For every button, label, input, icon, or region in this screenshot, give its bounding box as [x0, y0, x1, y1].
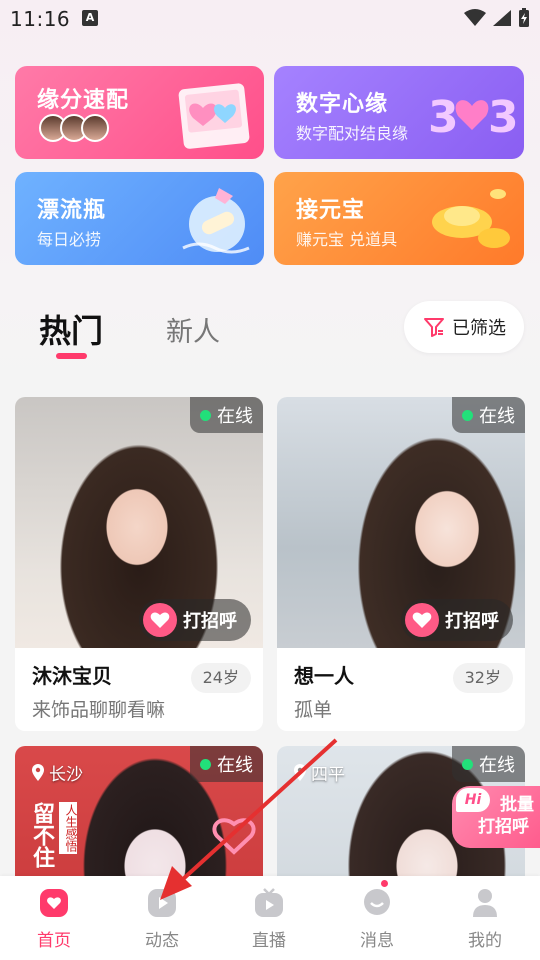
- location-label: 长沙: [49, 765, 83, 785]
- person-icon: [473, 889, 497, 917]
- gold-ingot-icon: [432, 189, 510, 248]
- wifi-icon: [464, 9, 486, 26]
- card-piaoliu-title: 漂流瓶: [37, 198, 107, 223]
- heart-outline-icon: [212, 818, 256, 855]
- online-dot: [462, 409, 473, 421]
- location-icon: [32, 763, 44, 781]
- bottle-icon: [182, 188, 250, 254]
- location-tag: 四平: [293, 760, 345, 785]
- nav-live[interactable]: 直播: [229, 886, 309, 951]
- heart-icon: [405, 603, 439, 637]
- filter-label: 已筛选: [452, 318, 506, 339]
- location-tag: 长沙: [31, 760, 83, 785]
- number-heart-icon: 3 3: [428, 92, 518, 143]
- card-yuanfen-title: 缘分速配: [37, 88, 130, 113]
- profile-desc: 来饰品聊聊看嘛: [32, 699, 166, 721]
- filter-icon: [424, 318, 444, 337]
- profile-card[interactable]: 长沙 人生感悟 留不住 在线: [15, 746, 263, 886]
- avatar-stack: [39, 114, 109, 142]
- svg-text:3: 3: [488, 92, 518, 143]
- greet-label: 打招呼: [445, 611, 499, 632]
- message-unread-dot: [381, 880, 388, 887]
- tab-underline: [56, 353, 87, 359]
- profile-desc: 孤单: [294, 699, 333, 721]
- card-shuzi[interactable]: 数字心缘 数字配对结良缘 3 3: [274, 66, 524, 159]
- profile-age: 32岁: [452, 663, 513, 693]
- profile-age: 24岁: [190, 663, 251, 693]
- card-piaoliu-subtitle: 每日必捞: [37, 230, 102, 249]
- tab-hot[interactable]: 热门: [39, 306, 103, 352]
- online-label: 在线: [217, 406, 253, 427]
- profile-name: 想一人: [294, 664, 354, 688]
- bottom-nav: 首页 动态 直播 消息 我的: [0, 876, 540, 960]
- photo-text-small: 人生感悟: [59, 802, 78, 854]
- greet-button[interactable]: 打招呼: [401, 599, 513, 641]
- heart-icon: [143, 603, 177, 637]
- card-shuzi-subtitle: 数字配对结良缘: [296, 124, 409, 143]
- nav-messages-label: 消息: [360, 931, 394, 951]
- profile-card[interactable]: 在线 打招呼 想一人 32岁 孤单: [277, 397, 525, 731]
- home-icon: [40, 889, 68, 917]
- online-label: 在线: [479, 755, 515, 776]
- chat-icon: [364, 889, 390, 915]
- card-piaoliu[interactable]: 漂流瓶 每日必捞: [15, 172, 264, 265]
- play-icon: [148, 889, 176, 917]
- online-dot: [200, 758, 211, 770]
- profile-name: 沐沐宝贝: [32, 664, 112, 688]
- status-time: 11:16: [10, 7, 71, 31]
- nav-mine[interactable]: 我的: [445, 886, 525, 951]
- tv-icon: [255, 888, 283, 917]
- battery-icon: [519, 8, 529, 27]
- tab-new[interactable]: 新人: [166, 310, 220, 349]
- nav-home-label: 首页: [37, 931, 71, 951]
- online-badge: 在线: [190, 746, 263, 782]
- photo-text-big: 留不住: [29, 802, 54, 868]
- nav-mine-label: 我的: [468, 931, 502, 951]
- online-dot: [462, 758, 473, 770]
- status-bar: 11:16 A: [0, 0, 540, 38]
- online-label: 在线: [217, 755, 253, 776]
- greet-label: 打招呼: [183, 611, 237, 632]
- card-yuanbao-title: 接元宝: [296, 198, 366, 223]
- online-label: 在线: [479, 406, 515, 427]
- batch-greet-line2: 打招呼: [478, 817, 529, 837]
- location-icon: [294, 763, 306, 781]
- online-dot: [200, 409, 211, 421]
- nav-live-label: 直播: [252, 931, 286, 951]
- notification-a-icon: A: [82, 10, 98, 26]
- nav-messages[interactable]: 消息: [337, 886, 417, 951]
- profile-card[interactable]: 在线 打招呼 沐沐宝贝 24岁 来饰品聊聊看嘛: [15, 397, 263, 731]
- nav-dynamic[interactable]: 动态: [122, 886, 202, 951]
- online-badge: 在线: [190, 397, 263, 433]
- online-badge: 在线: [452, 746, 525, 782]
- greet-button[interactable]: 打招呼: [139, 599, 251, 641]
- status-icons: [464, 8, 530, 28]
- hi-badge: Hi: [456, 788, 490, 812]
- filter-button[interactable]: 已筛选: [404, 301, 524, 353]
- location-label: 四平: [311, 765, 345, 785]
- card-shuzi-title: 数字心缘: [296, 92, 389, 117]
- online-badge: 在线: [452, 397, 525, 433]
- signal-icon: [493, 10, 511, 26]
- nav-dynamic-label: 动态: [145, 931, 179, 951]
- card-yuanbao-subtitle: 赚元宝 兑道具: [296, 230, 398, 249]
- hearts-photo-icon: [178, 83, 250, 149]
- card-yuanfen[interactable]: 缘分速配: [15, 66, 264, 159]
- card-yuanbao[interactable]: 接元宝 赚元宝 兑道具: [274, 172, 524, 265]
- svg-text:3: 3: [428, 92, 459, 143]
- nav-home[interactable]: 首页: [14, 886, 94, 951]
- avatar: [81, 114, 109, 142]
